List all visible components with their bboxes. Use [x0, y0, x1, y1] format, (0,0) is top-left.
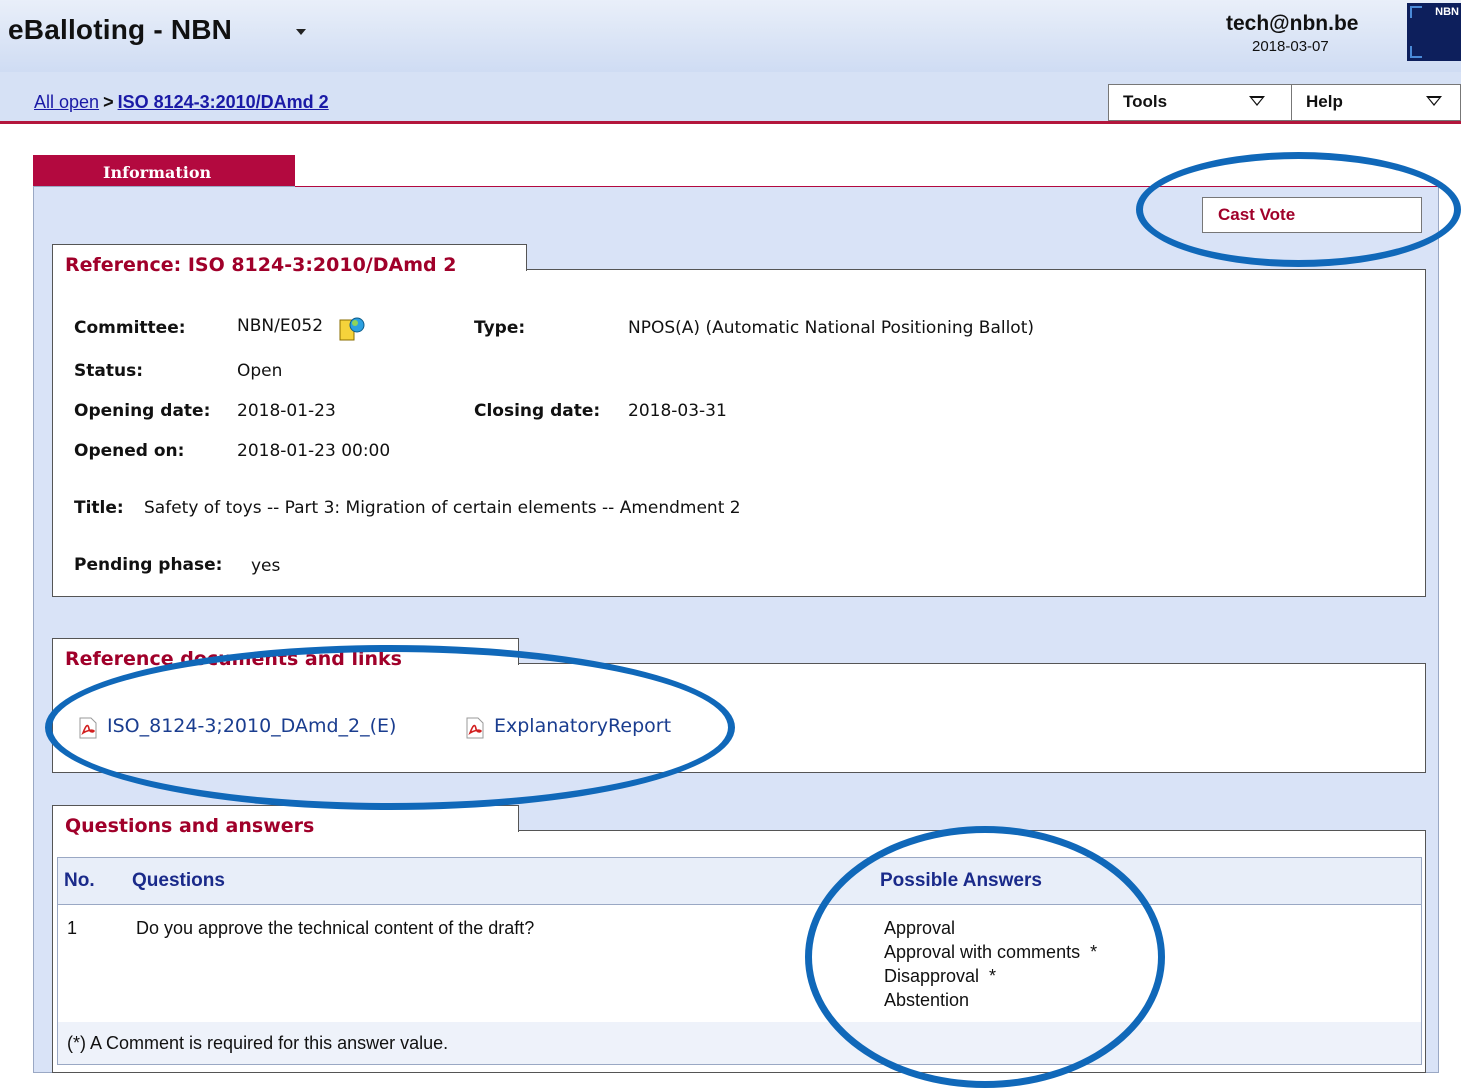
committee-people-icon[interactable] — [338, 314, 366, 342]
cast-vote-button[interactable]: Cast Vote — [1202, 197, 1422, 233]
pending-phase-value: yes — [251, 556, 281, 576]
user-email: tech@nbn.be — [1226, 12, 1359, 35]
opening-date-value: 2018-01-23 — [237, 401, 336, 421]
qa-footnote: (*) A Comment is required for this answe… — [67, 1033, 449, 1053]
logo-corner-icon — [1410, 46, 1422, 58]
breadcrumb: All open > ISO 8124-3:2010/DAmd 2 — [34, 92, 329, 113]
doc-link-explanatory-report[interactable]: ExplanatoryReport — [494, 715, 671, 737]
qa-row-answers: Approval Approval with comments * Disapp… — [884, 916, 1097, 1012]
closing-date-label: Closing date: — [474, 401, 601, 421]
status-label: Status: — [74, 361, 143, 381]
title-label: Title: — [74, 498, 124, 518]
opening-date-label: Opening date: — [74, 401, 211, 421]
committee-value: NBN/E052 — [237, 316, 324, 336]
doc-link-iso[interactable]: ISO_8124-3;2010_DAmd_2_(E) — [107, 715, 396, 737]
closing-date-value: 2018-03-31 — [628, 401, 727, 421]
breadcrumb-all-open[interactable]: All open — [34, 92, 99, 112]
pdf-icon[interactable] — [465, 717, 485, 739]
breadcrumb-separator: > — [103, 92, 114, 112]
answer-approval-with-comments: Approval with comments * — [884, 942, 1098, 962]
qa-row-number: 1 — [67, 918, 78, 938]
qa-title: Questions and answers — [65, 815, 315, 837]
pending-phase-label: Pending phase: — [74, 555, 223, 575]
qa-row-question: Do you approve the technical content of … — [136, 918, 535, 938]
tools-menu-label: Tools — [1123, 92, 1168, 111]
breadcrumb-current[interactable]: ISO 8124-3:2010/DAmd 2 — [118, 92, 329, 112]
logo-text: NBN — [1435, 6, 1459, 18]
reference-title: Reference: ISO 8124-3:2010/DAmd 2 — [65, 254, 457, 276]
opened-on-label: Opened on: — [74, 441, 185, 461]
opened-on-value: 2018-01-23 00:00 — [237, 441, 391, 461]
type-label: Type: — [474, 318, 526, 338]
tools-menu[interactable]: Tools — [1108, 84, 1292, 121]
help-menu[interactable]: Help — [1291, 84, 1461, 121]
answer-disapproval: Disapproval * — [884, 966, 997, 986]
answer-abstention: Abstention — [884, 990, 970, 1010]
app-title[interactable]: eBalloting - NBN — [8, 14, 232, 46]
pdf-icon[interactable] — [78, 717, 98, 739]
tab-information[interactable]: Information — [33, 155, 295, 187]
documents-title: Reference documents and links — [65, 648, 402, 670]
title-value: Safety of toys -- Part 3: Migration of c… — [144, 498, 741, 518]
nbn-logo: NBN — [1407, 3, 1461, 61]
user-date: 2018-03-07 — [1252, 38, 1329, 55]
type-value: NPOS(A) (Automatic National Positioning … — [628, 318, 1035, 338]
answer-approval: Approval — [884, 918, 956, 938]
tab-underline — [295, 186, 1439, 187]
qa-col-answers: Possible Answers — [880, 870, 1042, 891]
app-menu-caret-icon[interactable] — [296, 29, 306, 35]
qa-table-header — [58, 858, 1421, 905]
tools-dropdown-icon — [1249, 96, 1265, 106]
committee-label: Committee: — [74, 318, 186, 338]
logo-corner-icon — [1410, 6, 1422, 18]
qa-col-questions: Questions — [132, 870, 225, 891]
qa-col-no: No. — [64, 870, 95, 891]
help-menu-label: Help — [1306, 92, 1343, 111]
status-value: Open — [237, 361, 283, 381]
header-divider — [0, 121, 1461, 124]
help-dropdown-icon — [1426, 96, 1442, 106]
